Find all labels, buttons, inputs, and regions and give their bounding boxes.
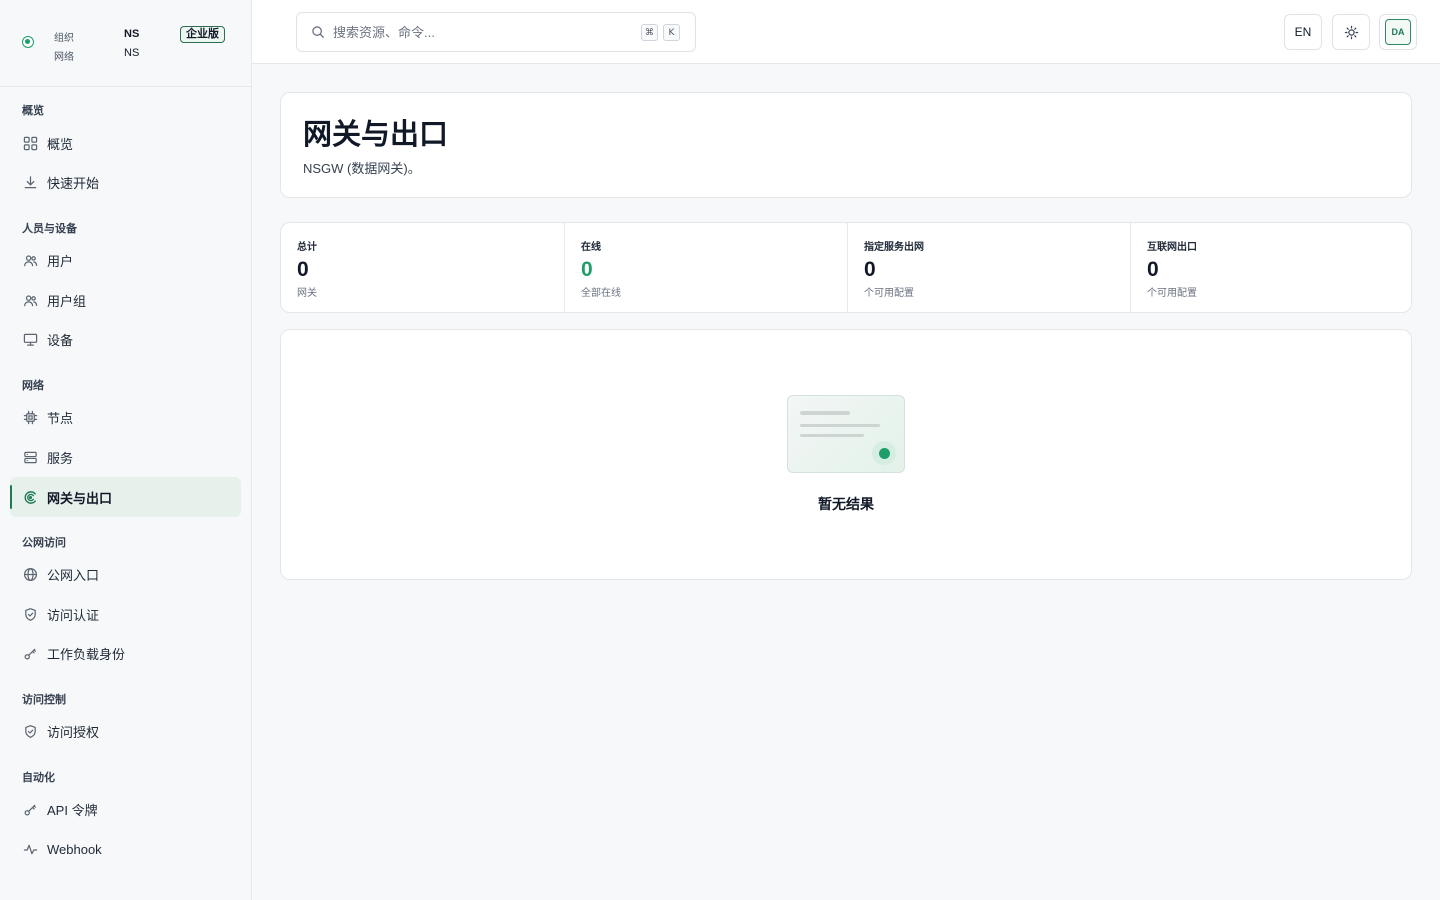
status-dot-icon	[22, 36, 34, 48]
avatar: DA	[1385, 19, 1411, 45]
edition-badge: 企业版	[180, 26, 225, 43]
sidebar-item-label: Webhook	[47, 841, 102, 857]
stat-label: 互联网出口	[1147, 242, 1197, 253]
shortcut-k-key: K	[663, 24, 680, 41]
org-label: 组织	[54, 33, 74, 44]
org-switcher[interactable]: 组织 NS 网络 NS 企业版	[0, 0, 251, 87]
stat-internet-egress: 互联网出口 0 个可用配置	[1130, 223, 1411, 312]
sidebar: 组织 NS 网络 NS 企业版 概览 概览 快速开始 人员与设备 用户 用户组	[0, 0, 252, 900]
sidebar-item-label: 访问授权	[47, 724, 100, 740]
nav-section-public: 公网访问	[22, 537, 66, 549]
network-label: 网络	[54, 52, 74, 63]
sidebar-item-label: 服务	[47, 450, 74, 466]
sidebar-item-user-groups[interactable]: 用户组	[10, 280, 241, 320]
sidebar-item-public-ingress[interactable]: 公网入口	[10, 554, 241, 594]
stat-label: 指定服务出网	[864, 242, 924, 253]
stat-sub: 网关	[297, 288, 317, 299]
sidebar-item-services[interactable]: 服务	[10, 437, 241, 477]
user-menu-button[interactable]: DA	[1379, 14, 1417, 50]
nav-section-overview: 概览	[22, 105, 44, 117]
server-icon	[22, 449, 38, 465]
search-box[interactable]: ⌘ K	[296, 12, 696, 52]
sidebar-item-users[interactable]: 用户	[10, 240, 241, 280]
search-input[interactable]	[333, 24, 623, 40]
sidebar-item-gateways[interactable]: 网关与出口	[10, 477, 241, 517]
stat-sub: 个可用配置	[864, 288, 914, 299]
sidebar-item-access-auth[interactable]: 访问认证	[10, 594, 241, 634]
stats-card: 总计 0 网关 在线 0 全部在线 指定服务出网 0 个可用配置 互联网出口 0…	[280, 222, 1412, 313]
sidebar-item-webhook[interactable]: Webhook	[10, 829, 241, 869]
status-dot-icon	[872, 441, 896, 465]
org-value: NS	[124, 28, 140, 40]
users-icon	[22, 252, 38, 268]
search-icon	[312, 26, 324, 38]
page-title: 网关与出口	[303, 119, 449, 151]
sidebar-item-label: 用户组	[47, 293, 87, 309]
stat-value: 0	[864, 258, 876, 281]
chip-icon	[22, 409, 38, 425]
sidebar-item-label: 网关与出口	[47, 490, 113, 506]
sidebar-item-api-tokens[interactable]: API 令牌	[10, 789, 241, 829]
sidebar-item-label: 公网入口	[47, 567, 100, 583]
key-icon	[22, 801, 38, 817]
sidebar-item-label: 概览	[47, 136, 74, 152]
shield-check-icon	[22, 606, 38, 622]
sidebar-item-quickstart[interactable]: 快速开始	[10, 162, 241, 202]
stat-value: 0	[1147, 258, 1159, 281]
globe-icon	[22, 566, 38, 582]
network-value: NS	[124, 47, 140, 59]
page-subtitle: NSGW (数据网关)。	[303, 161, 421, 176]
topbar: ⌘ K EN DA	[252, 0, 1440, 64]
stat-sub: 全部在线	[581, 288, 621, 299]
sidebar-item-access-authz[interactable]: 访问授权	[10, 711, 241, 751]
nav-section-network: 网络	[22, 380, 44, 392]
stat-total: 总计 0 网关	[281, 223, 564, 312]
stat-service-egress: 指定服务出网 0 个可用配置	[847, 223, 1130, 312]
monitor-icon	[22, 331, 38, 347]
sidebar-item-label: 用户	[47, 253, 74, 269]
nav-section-people: 人员与设备	[22, 223, 77, 235]
sidebar-item-overview[interactable]: 概览	[10, 123, 241, 163]
gateway-icon	[22, 489, 38, 505]
download-icon	[22, 174, 38, 190]
sidebar-item-label: 工作负载身份	[47, 646, 126, 662]
key-icon	[22, 645, 38, 661]
empty-state-illustration	[787, 395, 905, 473]
sidebar-item-devices[interactable]: 设备	[10, 319, 241, 359]
shield-check-icon	[22, 723, 38, 739]
stat-value: 0	[297, 258, 309, 281]
sidebar-item-workload-identity[interactable]: 工作负载身份	[10, 633, 241, 673]
sidebar-item-nodes[interactable]: 节点	[10, 397, 241, 437]
sidebar-item-label: 设备	[47, 332, 74, 348]
page-header-card: 网关与出口 NSGW (数据网关)。	[280, 92, 1412, 198]
stat-value: 0	[581, 258, 593, 281]
sidebar-item-label: 快速开始	[47, 175, 100, 191]
theme-toggle-button[interactable]	[1332, 14, 1370, 50]
sun-icon	[1344, 25, 1358, 39]
language-button[interactable]: EN	[1284, 14, 1322, 50]
user-group-icon	[22, 292, 38, 308]
empty-state-message: 暂无结果	[818, 496, 874, 512]
shortcut-mod-key: ⌘	[641, 24, 658, 41]
stat-label: 在线	[581, 242, 601, 253]
sidebar-item-label: 节点	[47, 410, 74, 426]
nav-section-access: 访问控制	[22, 694, 66, 706]
stat-label: 总计	[297, 242, 317, 253]
sidebar-item-label: API 令牌	[47, 802, 98, 818]
sidebar-item-label: 访问认证	[47, 607, 100, 623]
stat-sub: 个可用配置	[1147, 288, 1197, 299]
grid-icon	[22, 135, 38, 151]
nav-section-automation: 自动化	[22, 772, 55, 784]
activity-icon	[22, 841, 38, 857]
stat-online: 在线 0 全部在线	[564, 223, 847, 312]
empty-state-card: 暂无结果	[280, 329, 1412, 580]
